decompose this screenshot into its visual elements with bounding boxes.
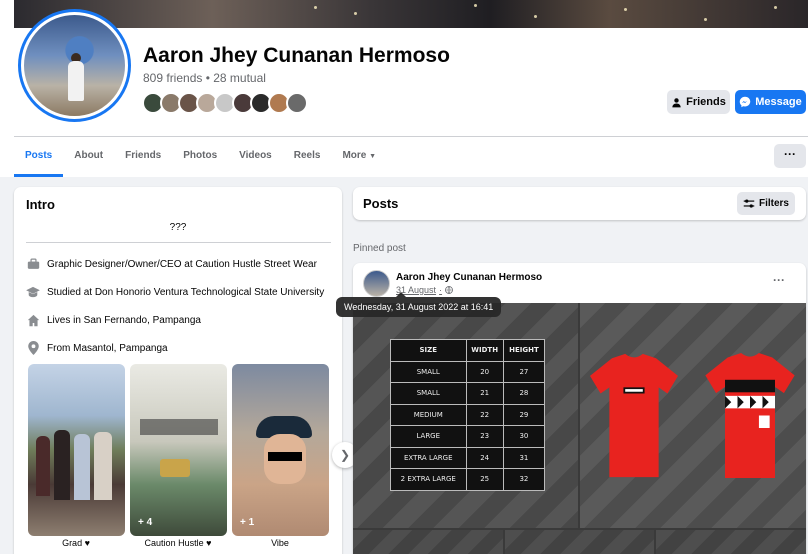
tab-videos[interactable]: Videos bbox=[228, 137, 283, 177]
tshirt-back-graphic bbox=[705, 353, 795, 478]
size-chart-header: HEIGHT bbox=[502, 339, 546, 362]
profile-name: Aaron Jhey Cunanan Hermoso bbox=[143, 44, 450, 67]
size-cell: 2 EXTRA LARGE bbox=[390, 468, 467, 491]
message-button[interactable]: Message bbox=[735, 90, 806, 114]
size-chart-row: LARGE 23 30 bbox=[390, 425, 546, 448]
post-image-more-row[interactable] bbox=[353, 530, 806, 554]
location-pin-icon bbox=[26, 341, 40, 355]
tab-reels[interactable]: Reels bbox=[283, 137, 332, 177]
intro-from-row: From Masantol, Pampanga bbox=[26, 341, 168, 355]
intro-education-text: Studied at Don Honorio Ventura Technolog… bbox=[47, 286, 325, 298]
tab-posts[interactable]: Posts bbox=[14, 137, 64, 177]
friends-count[interactable]: 809 friends • 28 mutual bbox=[143, 71, 266, 85]
home-icon bbox=[26, 313, 40, 327]
filters-button[interactable]: Filters bbox=[737, 192, 795, 215]
intro-bio: ??? bbox=[169, 222, 187, 233]
separator-dot: · bbox=[439, 285, 443, 295]
featured-photo-count: + 1 bbox=[240, 517, 255, 528]
featured-label[interactable]: Grad ♥ bbox=[28, 538, 124, 548]
intro-work-row: Graphic Designer/Owner/CEO at Caution Hu… bbox=[26, 257, 317, 271]
tshirt-front-graphic bbox=[590, 353, 678, 478]
height-cell: 31 bbox=[502, 446, 546, 469]
size-cell: SMALL bbox=[390, 360, 467, 383]
globe-icon bbox=[445, 286, 453, 294]
size-chart-row: 2 EXTRA LARGE 25 32 bbox=[390, 468, 546, 491]
filters-label: Filters bbox=[758, 198, 789, 209]
size-chart-header: SIZE bbox=[390, 339, 467, 362]
featured-photo-grad[interactable] bbox=[28, 364, 125, 536]
size-chart-row: EXTRA LARGE 24 31 bbox=[390, 446, 546, 469]
chevron-right-icon: ❯ bbox=[339, 448, 351, 462]
height-cell: 29 bbox=[502, 403, 546, 426]
intro-divider bbox=[26, 242, 331, 243]
size-cell: SMALL bbox=[390, 382, 467, 405]
height-cell: 30 bbox=[502, 425, 546, 448]
size-chart-row: SMALL 20 27 bbox=[390, 360, 546, 383]
posts-header-card: Posts Filters bbox=[353, 187, 806, 220]
size-chart-header: WIDTH bbox=[465, 339, 504, 362]
posts-title: Posts bbox=[363, 196, 399, 211]
size-chart-row: SMALL 21 28 bbox=[390, 382, 546, 405]
intro-title: Intro bbox=[26, 197, 55, 212]
tab-friends[interactable]: Friends bbox=[114, 137, 172, 177]
size-cell: EXTRA LARGE bbox=[390, 446, 467, 469]
size-chart-row: MEDIUM 22 29 bbox=[390, 403, 546, 426]
tab-more-label: More bbox=[342, 150, 367, 161]
intro-lives-row: Lives in San Fernando, Pampanga bbox=[26, 313, 201, 327]
caret-down-icon: ▼ bbox=[369, 153, 377, 160]
intro-lives-text: Lives in San Fernando, Pampanga bbox=[47, 314, 201, 326]
height-cell: 32 bbox=[502, 468, 546, 491]
friend-avatar[interactable] bbox=[286, 92, 308, 114]
tab-about[interactable]: About bbox=[63, 137, 114, 177]
post-author-avatar[interactable] bbox=[363, 270, 390, 297]
friends-button-label: Friends bbox=[686, 96, 726, 108]
sliders-icon bbox=[743, 199, 755, 208]
height-cell: 28 bbox=[502, 382, 546, 405]
size-cell: MEDIUM bbox=[390, 403, 467, 426]
post-options-button[interactable]: ··· bbox=[773, 273, 785, 287]
width-cell: 23 bbox=[465, 425, 504, 448]
tab-photos[interactable]: Photos bbox=[172, 137, 228, 177]
featured-label[interactable]: Vibe bbox=[232, 538, 328, 548]
person-icon bbox=[672, 97, 681, 107]
post-image-grid[interactable]: SIZE WIDTH HEIGHT SMALL 20 27 SMALL 21 2… bbox=[353, 303, 806, 554]
briefcase-icon bbox=[26, 257, 40, 271]
width-cell: 22 bbox=[465, 403, 504, 426]
intro-from-text: From Masantol, Pampanga bbox=[47, 342, 168, 354]
width-cell: 25 bbox=[465, 468, 504, 491]
post-image-size-chart[interactable]: SIZE WIDTH HEIGHT SMALL 20 27 SMALL 21 2… bbox=[353, 303, 578, 528]
tab-more[interactable]: More ▼ bbox=[331, 137, 387, 177]
featured-label[interactable]: Caution Hustle ♥ bbox=[130, 538, 226, 548]
width-cell: 21 bbox=[465, 382, 504, 405]
size-chart-table: SIZE WIDTH HEIGHT SMALL 20 27 SMALL 21 2… bbox=[390, 339, 546, 491]
featured-photo-vibe[interactable]: + 1 bbox=[232, 364, 329, 536]
graduation-cap-icon bbox=[26, 285, 40, 299]
more-options-button[interactable]: ··· bbox=[774, 144, 806, 168]
width-cell: 20 bbox=[465, 360, 504, 383]
width-cell: 24 bbox=[465, 446, 504, 469]
profile-avatar[interactable] bbox=[18, 9, 131, 122]
profile-tabs: Posts About Friends Photos Videos Reels … bbox=[14, 137, 387, 177]
post-author-name[interactable]: Aaron Jhey Cunanan Hermoso bbox=[396, 272, 542, 283]
profile-header: Aaron Jhey Cunanan Hermoso 809 friends •… bbox=[0, 0, 808, 177]
mutual-friends-avatars[interactable] bbox=[142, 92, 308, 114]
featured-photo-caution-hustle[interactable]: + 4 bbox=[130, 364, 227, 536]
intro-work-text: Graphic Designer/Owner/CEO at Caution Hu… bbox=[47, 258, 317, 270]
post-date-tooltip: Wednesday, 31 August 2022 at 16:41 bbox=[336, 292, 502, 317]
cover-photo[interactable] bbox=[14, 0, 808, 28]
post-image-tshirts[interactable] bbox=[580, 303, 806, 528]
height-cell: 27 bbox=[502, 360, 546, 383]
size-cell: LARGE bbox=[390, 425, 467, 448]
friends-button[interactable]: Friends bbox=[667, 90, 730, 114]
message-button-label: Message bbox=[755, 96, 802, 108]
messenger-icon bbox=[740, 96, 751, 108]
intro-education-row: Studied at Don Honorio Ventura Technolog… bbox=[26, 285, 324, 299]
intro-card: Intro ??? Graphic Designer/Owner/CEO at … bbox=[14, 187, 358, 554]
pinned-post-label: Pinned post bbox=[353, 243, 406, 254]
featured-photo-count: + 4 bbox=[138, 517, 153, 528]
